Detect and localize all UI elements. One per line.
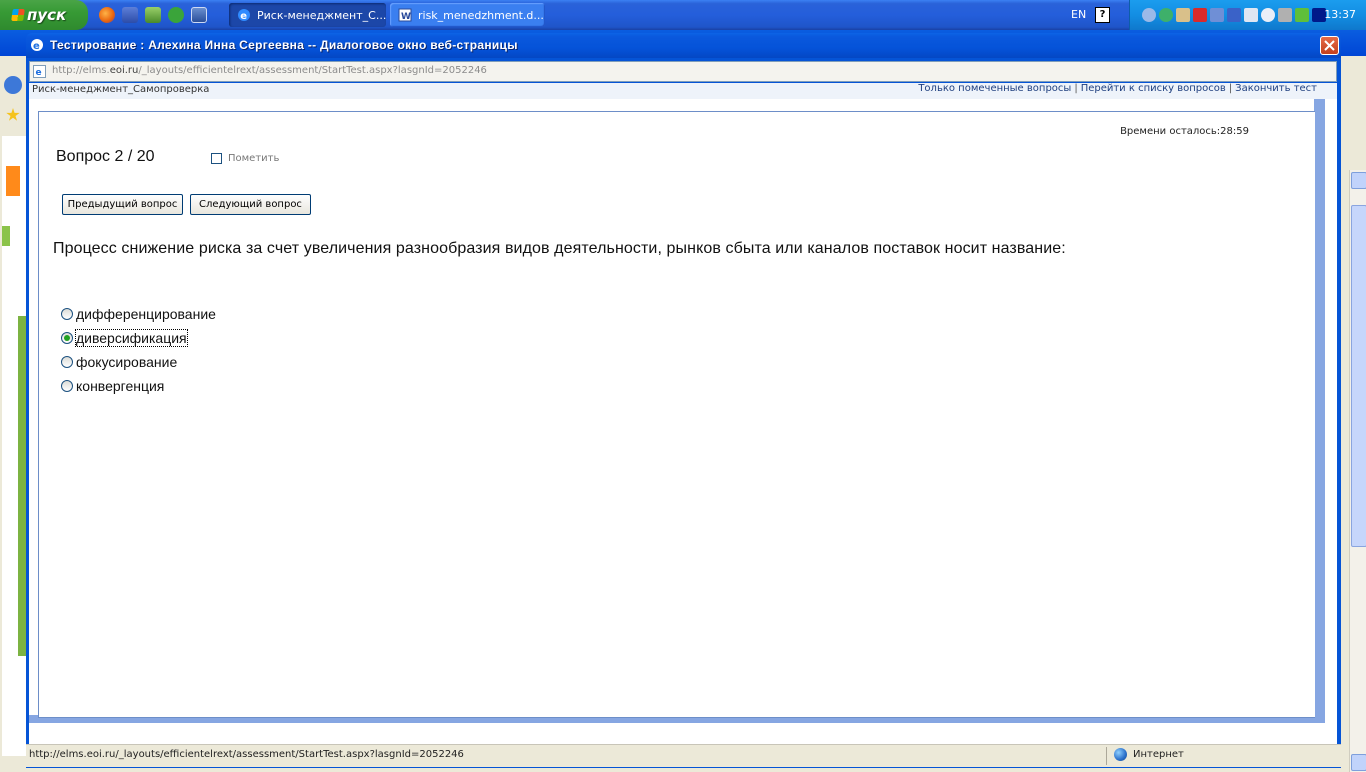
task-word-document[interactable]: W risk_menedzhment.d... bbox=[390, 3, 545, 27]
ie-icon: e bbox=[31, 39, 43, 52]
svg-text:e: e bbox=[33, 41, 40, 52]
test-links: Только помеченные вопросы | Перейти к спис… bbox=[918, 83, 1317, 94]
scroll-up-button[interactable] bbox=[1351, 172, 1366, 189]
background-page-area bbox=[2, 136, 26, 756]
mark-question-checkbox[interactable]: Пометить bbox=[211, 153, 279, 164]
back-arrow-tray-icon[interactable] bbox=[1142, 8, 1156, 22]
finish-test-link[interactable]: Закончить тест bbox=[1235, 83, 1317, 94]
save-disk-icon[interactable] bbox=[122, 7, 138, 23]
pen-tray-icon[interactable] bbox=[1295, 8, 1309, 22]
mark-checkbox-box[interactable] bbox=[211, 153, 222, 164]
answer-option[interactable]: конвергенция bbox=[61, 374, 216, 398]
dialog-frame: e http://elms.eoi.ru/_layouts/efficiente… bbox=[26, 58, 1341, 768]
task-label: risk_menedzhment.d... bbox=[418, 8, 544, 22]
word-document-icon: W bbox=[398, 8, 412, 22]
status-url: http://elms.eoi.ru/_layouts/efficientelr… bbox=[29, 749, 464, 760]
answer-options: дифференцирование диверсификация фокусир… bbox=[61, 302, 216, 398]
help-icon[interactable]: ? bbox=[1095, 7, 1110, 23]
task-risk-management[interactable]: e Риск-менеджмент_С... bbox=[229, 3, 386, 27]
download-manager-icon[interactable] bbox=[145, 7, 161, 23]
svg-text:e: e bbox=[36, 68, 42, 78]
question-number: Вопрос 2 / 20 bbox=[56, 148, 155, 165]
volume-tray-icon[interactable] bbox=[1261, 8, 1275, 22]
ie-icon: e bbox=[238, 9, 250, 22]
mark-label: Пометить bbox=[228, 153, 280, 164]
question-panel: Времени осталось:28:59 Вопрос 2 / 20 Пом… bbox=[38, 111, 1315, 718]
start-button[interactable]: пуск bbox=[0, 0, 88, 30]
previous-question-button[interactable]: Предыдущий вопрос bbox=[62, 194, 183, 215]
bluetooth-tray-icon[interactable] bbox=[1227, 8, 1241, 22]
taskbar: пуск e Риск-менеджмент_С... W risk_mened… bbox=[0, 0, 1366, 30]
status-bar: http://elms.eoi.ru/_layouts/efficientelr… bbox=[26, 744, 1341, 767]
dialog-titlebar: e Тестирование : Алехина Инна Сергеевна … bbox=[26, 33, 1341, 58]
panel-right-border bbox=[1314, 99, 1325, 719]
answer-radio[interactable] bbox=[61, 380, 73, 392]
page-nav-fragment bbox=[2, 226, 10, 246]
device-tray-icon[interactable] bbox=[1244, 8, 1258, 22]
security-zone: Интернет bbox=[1114, 748, 1184, 761]
course-name: Риск-менеджмент_Самопроверка bbox=[32, 84, 210, 95]
clock: 13:37 bbox=[1324, 8, 1356, 21]
background-window-left-strip bbox=[0, 56, 26, 768]
scroll-thumb[interactable] bbox=[1351, 205, 1366, 547]
windows-flag-icon bbox=[11, 9, 25, 21]
answer-option[interactable]: фокусирование bbox=[61, 350, 216, 374]
answer-option[interactable]: диверсификация bbox=[61, 326, 216, 350]
language-indicator[interactable]: EN bbox=[1071, 8, 1086, 21]
folder-tray-icon[interactable] bbox=[1176, 8, 1190, 22]
internet-globe-icon bbox=[1114, 748, 1127, 761]
answer-radio-selected[interactable] bbox=[61, 332, 73, 344]
dialog-title: Тестирование : Алехина Инна Сергеевна --… bbox=[50, 38, 518, 52]
firefox-icon[interactable] bbox=[99, 7, 115, 23]
marked-questions-link[interactable]: Только помеченные вопросы bbox=[918, 83, 1071, 94]
show-desktop-icon[interactable] bbox=[191, 7, 207, 23]
close-button[interactable] bbox=[1320, 36, 1339, 55]
card-tray-icon[interactable] bbox=[1278, 8, 1292, 22]
answer-label[interactable]: фокусирование bbox=[76, 354, 177, 370]
scroll-down-button[interactable] bbox=[1351, 754, 1366, 771]
answer-radio[interactable] bbox=[61, 356, 73, 368]
status-divider bbox=[1106, 747, 1107, 765]
background-scrollbar[interactable] bbox=[1349, 170, 1366, 772]
close-icon bbox=[1324, 40, 1335, 51]
answer-label[interactable]: дифференцирование bbox=[76, 306, 216, 322]
answer-label[interactable]: конвергенция bbox=[76, 378, 164, 394]
back-button-icon[interactable] bbox=[4, 76, 22, 94]
answer-label[interactable]: диверсификация bbox=[75, 329, 188, 347]
page-sidebar-fragment bbox=[18, 316, 26, 656]
answer-option[interactable]: дифференцирование bbox=[61, 302, 216, 326]
question-text: Процесс снижение риска за счет увеличени… bbox=[53, 240, 1066, 257]
next-question-button[interactable]: Следующий вопрос bbox=[190, 194, 311, 215]
link-separator: | bbox=[1074, 83, 1078, 94]
system-tray: 13:37 bbox=[1129, 0, 1366, 30]
test-toolbar: Риск-менеджмент_Самопроверка Только поме… bbox=[29, 83, 1337, 99]
monitor-tray-icon[interactable] bbox=[1210, 8, 1224, 22]
task-label: Риск-менеджмент_С... bbox=[257, 8, 386, 22]
answer-radio[interactable] bbox=[61, 308, 73, 320]
utorrent-icon[interactable] bbox=[168, 7, 184, 23]
link-separator: | bbox=[1228, 83, 1233, 94]
favorites-star-icon[interactable] bbox=[6, 108, 20, 121]
address-bar: e http://elms.eoi.ru/_layouts/efficiente… bbox=[29, 61, 1337, 82]
dialog-content: Риск-менеджмент_Самопроверка Только поме… bbox=[29, 83, 1337, 765]
time-remaining: Времени осталось:28:59 bbox=[1120, 126, 1249, 137]
start-label: пуск bbox=[27, 6, 67, 24]
web-page-dialog: e Тестирование : Алехина Инна Сергеевна … bbox=[26, 33, 1341, 768]
question-list-link[interactable]: Перейти к списку вопросов bbox=[1081, 83, 1226, 94]
page-logo-fragment bbox=[6, 166, 20, 196]
svg-text:e: e bbox=[240, 11, 247, 22]
antivirus-tray-icon[interactable] bbox=[1193, 8, 1207, 22]
svg-text:W: W bbox=[401, 12, 411, 22]
page-icon: e bbox=[33, 65, 46, 78]
address-url: http://elms.eoi.ru/_layouts/efficientelr… bbox=[52, 65, 487, 76]
network-tray-icon[interactable] bbox=[1159, 8, 1173, 22]
zone-label: Интернет bbox=[1133, 749, 1184, 760]
